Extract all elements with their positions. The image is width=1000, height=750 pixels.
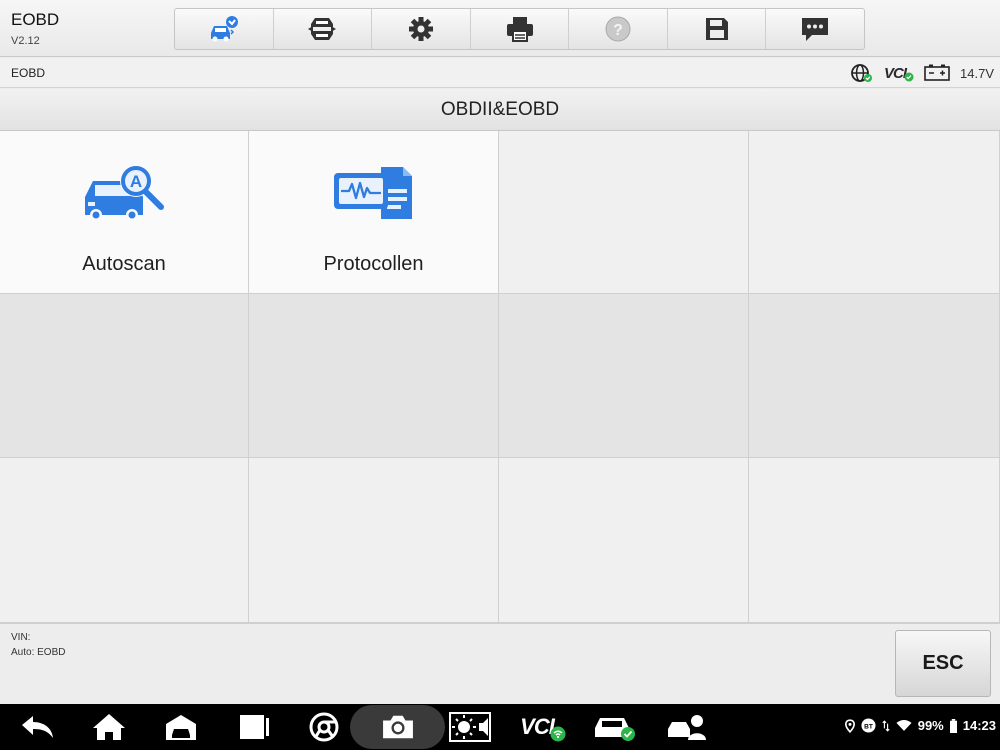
help-icon: ? xyxy=(605,16,631,42)
status-bar: EOBD VCI 14.7V xyxy=(0,58,1000,88)
svg-text:?: ? xyxy=(613,22,623,39)
vci-nav-button[interactable]: VCI xyxy=(516,711,570,743)
recent-apps-icon xyxy=(240,715,269,739)
garage-button[interactable] xyxy=(163,711,199,743)
protocol-waveform-icon xyxy=(333,167,412,219)
top-toolbar: EOBD V2.12 ? xyxy=(0,0,1000,57)
esc-button[interactable]: ESC xyxy=(895,630,991,697)
home-button[interactable] xyxy=(90,711,128,743)
wifi-icon xyxy=(896,719,912,731)
car-check-icon xyxy=(595,718,635,741)
empty-tile xyxy=(0,294,249,458)
auto-protocol-label: Auto: EOBD xyxy=(11,647,66,658)
change-vehicle-button[interactable] xyxy=(274,9,373,49)
empty-tile xyxy=(499,458,749,623)
vci-label: VCI xyxy=(884,64,907,82)
settings-gear-icon xyxy=(408,17,433,41)
clock: 14:23 xyxy=(962,718,996,733)
svg-text:BT: BT xyxy=(864,723,873,730)
print-button[interactable] xyxy=(471,9,570,49)
settings-button[interactable] xyxy=(372,9,471,49)
printer-icon xyxy=(506,17,533,42)
help-button[interactable]: ? xyxy=(569,9,668,49)
brightness-sound-icon xyxy=(449,712,491,742)
data-transfer-icon xyxy=(882,719,890,732)
location-icon xyxy=(844,718,855,733)
footer-bar: VIN: Auto: EOBD ESC xyxy=(0,623,1000,704)
vci-nav-label: VCI xyxy=(520,714,555,739)
browser-button[interactable] xyxy=(306,711,342,743)
android-nav-bar: VCI BT 99% 14:23 xyxy=(0,704,1000,750)
empty-tile xyxy=(749,458,1000,623)
vehicle-menu-button[interactable] xyxy=(592,711,638,743)
autoscan-tile[interactable]: A Autoscan xyxy=(0,131,249,294)
vci-status: VCI xyxy=(884,64,914,82)
protocollen-tile[interactable]: Protocollen xyxy=(249,131,499,294)
function-grid: A Autoscan Protocollen xyxy=(0,131,1000,623)
empty-tile xyxy=(249,294,499,458)
data-logging-button[interactable] xyxy=(766,9,864,49)
save-icon xyxy=(705,18,728,40)
vehicle-home-icon xyxy=(210,16,238,42)
back-button[interactable] xyxy=(18,711,58,743)
remote-expert-button[interactable] xyxy=(666,711,708,743)
empty-tile xyxy=(499,294,749,458)
browser-icon xyxy=(309,712,339,742)
technician-car-icon xyxy=(668,715,706,740)
home-icon xyxy=(93,714,125,740)
home-vehicle-button[interactable] xyxy=(175,9,274,49)
battery-charging-icon xyxy=(949,718,957,733)
voltage-readout: 14.7V xyxy=(960,65,994,81)
car-autoscan-icon: A xyxy=(85,165,164,221)
protocollen-label: Protocollen xyxy=(323,253,424,275)
vci-connected-check-icon xyxy=(904,72,914,81)
data-logging-icon xyxy=(802,18,829,41)
save-button[interactable] xyxy=(668,9,767,49)
recent-apps-button[interactable] xyxy=(236,711,272,743)
empty-tile xyxy=(0,458,249,623)
empty-tile xyxy=(749,294,1000,458)
autoscan-label: Autoscan xyxy=(82,253,166,275)
app-title: EOBD xyxy=(11,10,60,29)
empty-tile xyxy=(499,131,749,294)
back-arrow-icon xyxy=(22,716,53,738)
network-globe-icon xyxy=(851,64,872,82)
system-status: BT 99% 14:23 xyxy=(844,718,996,733)
brightness-button[interactable] xyxy=(449,711,491,743)
breadcrumb: EOBD xyxy=(11,66,46,80)
empty-tile xyxy=(249,458,499,623)
vci-wifi-badge-icon xyxy=(550,726,566,742)
change-vehicle-icon xyxy=(308,18,337,40)
bluetooth-icon: BT xyxy=(861,718,876,733)
battery-percent: 99% xyxy=(917,718,944,733)
camera-icon xyxy=(383,715,413,739)
vin-label: VIN: xyxy=(11,632,31,643)
section-title: OBDII&EOBD xyxy=(0,89,1000,131)
svg-text:A: A xyxy=(130,172,142,191)
app-version: V2.12 xyxy=(11,35,40,47)
status-indicators: VCI 14.7V xyxy=(850,63,994,83)
battery-icon xyxy=(924,64,950,81)
empty-tile xyxy=(749,131,1000,294)
garage-car-icon xyxy=(166,715,196,740)
toolbar-buttons: ? xyxy=(174,8,865,50)
camera-button[interactable] xyxy=(350,705,445,749)
